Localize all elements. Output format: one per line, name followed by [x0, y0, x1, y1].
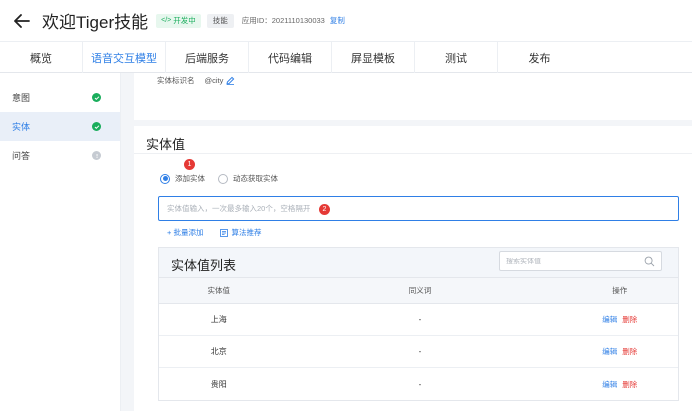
- back-arrow-icon[interactable]: [12, 11, 32, 31]
- sidebar: 意图 实体 问答: [0, 73, 121, 411]
- entity-search-input[interactable]: [506, 257, 644, 265]
- entity-search-box: [499, 251, 662, 271]
- entity-value-cell: 贵阳: [210, 379, 227, 389]
- sidebar-item-qa[interactable]: 问答: [0, 141, 120, 170]
- tab-code-edit[interactable]: 代码编辑: [249, 42, 332, 73]
- synonym-cell: -: [418, 347, 422, 356]
- copy-link[interactable]: 复制: [330, 15, 345, 26]
- code-icon: </>: [161, 17, 172, 24]
- delete-button[interactable]: 删除: [622, 346, 637, 357]
- type-badge: 技能: [206, 13, 234, 28]
- check-icon: [92, 122, 101, 131]
- divider: [134, 153, 692, 154]
- table-row: 贵阳 - 编辑 删除: [159, 368, 678, 400]
- column-header-actions: 操作: [612, 286, 628, 295]
- actions-cell: 编辑 删除: [561, 336, 678, 367]
- search-icon[interactable]: [644, 256, 655, 267]
- entity-identifier-value: @city: [204, 76, 224, 85]
- entity-table-panel: 实体值列表 实体值 同义词 操作 上海 - 编辑 删除 北京 -: [158, 247, 679, 401]
- status-badge: </> 开发中: [156, 13, 201, 28]
- tab-publish[interactable]: 发布: [498, 42, 581, 73]
- entity-info-card: 实体标识名 @city: [134, 73, 692, 120]
- batch-add-link[interactable]: + 批量添加: [167, 227, 203, 238]
- status-badge-label: 开发中: [173, 16, 196, 25]
- step-badge-2: 2: [319, 204, 330, 215]
- entity-identifier-row: 实体标识名 @city: [157, 75, 235, 86]
- step-badge-1: 1: [184, 159, 195, 170]
- algo-recommend-label: 算法推荐: [231, 228, 262, 237]
- entity-actions: + 批量添加 算法推荐: [167, 227, 278, 238]
- app-id: 应用ID：2021110130033: [241, 16, 325, 25]
- sidebar-item-intent[interactable]: 意图: [0, 83, 120, 112]
- synonym-cell: -: [418, 315, 422, 324]
- table-header-bar: 实体值列表: [159, 248, 678, 278]
- column-header-value: 实体值: [207, 286, 231, 295]
- sidebar-item-label: 意图: [12, 93, 31, 103]
- edit-button[interactable]: 编辑: [602, 379, 617, 390]
- entity-source-radio-group: 添加实体 动态获取实体: [160, 173, 291, 184]
- entity-value-cell: 上海: [210, 315, 227, 324]
- sidebar-item-entity[interactable]: 实体: [0, 112, 120, 141]
- radio-label: 动态获取实体: [233, 174, 278, 183]
- delete-button[interactable]: 删除: [622, 314, 637, 325]
- tab-voice-model[interactable]: 语音交互模型: [83, 42, 166, 73]
- tab-test[interactable]: 测试: [415, 42, 498, 73]
- recommend-icon: [220, 228, 229, 237]
- page-header: 欢迎Tiger技能 </> 开发中 技能 应用ID：2021110130033 …: [0, 0, 692, 41]
- actions-cell: 编辑 删除: [561, 368, 678, 400]
- tab-backend[interactable]: 后端服务: [166, 42, 249, 73]
- entity-value-cell: 北京: [210, 347, 227, 356]
- table-row: 北京 - 编辑 删除: [159, 336, 678, 368]
- delete-button[interactable]: 删除: [622, 379, 637, 390]
- table-title: 实体值列表: [171, 258, 237, 273]
- actions-cell: 编辑 删除: [561, 304, 678, 335]
- table-column-header: 实体值 同义词 操作: [159, 278, 678, 304]
- sidebar-item-label: 实体: [12, 122, 31, 132]
- info-icon: [92, 151, 101, 160]
- column-header-synonym: 同义词: [408, 286, 432, 295]
- entity-values-card: 实体值 1 添加实体 动态获取实体 2 + 批量添加 算法推荐 实体值列表: [134, 126, 692, 411]
- page-title: 欢迎Tiger技能: [42, 13, 149, 32]
- edit-button[interactable]: 编辑: [602, 314, 617, 325]
- radio-label: 添加实体: [175, 174, 205, 183]
- tab-screen-template[interactable]: 屏显模板: [332, 42, 415, 73]
- edit-button[interactable]: 编辑: [602, 346, 617, 357]
- tab-overview[interactable]: 概览: [0, 42, 83, 73]
- synonym-cell: -: [418, 379, 422, 389]
- radio-dynamic-entity[interactable]: 动态获取实体: [218, 173, 278, 184]
- entity-value-input[interactable]: [158, 196, 679, 221]
- sidebar-item-label: 问答: [12, 151, 31, 161]
- algo-recommend-link[interactable]: 算法推荐: [220, 227, 261, 238]
- check-icon: [92, 93, 101, 102]
- entity-identifier-label: 实体标识名: [157, 76, 195, 85]
- radio-circle: [218, 173, 228, 184]
- section-title: 实体值: [146, 137, 186, 152]
- table-row: 上海 - 编辑 删除: [159, 304, 678, 336]
- radio-add-entity[interactable]: 添加实体: [160, 173, 205, 184]
- pencil-icon[interactable]: [226, 76, 235, 85]
- main-tabs: 概览 语音交互模型 后端服务 代码编辑 屏显模板 测试 发布: [0, 41, 692, 73]
- radio-circle: [160, 173, 170, 184]
